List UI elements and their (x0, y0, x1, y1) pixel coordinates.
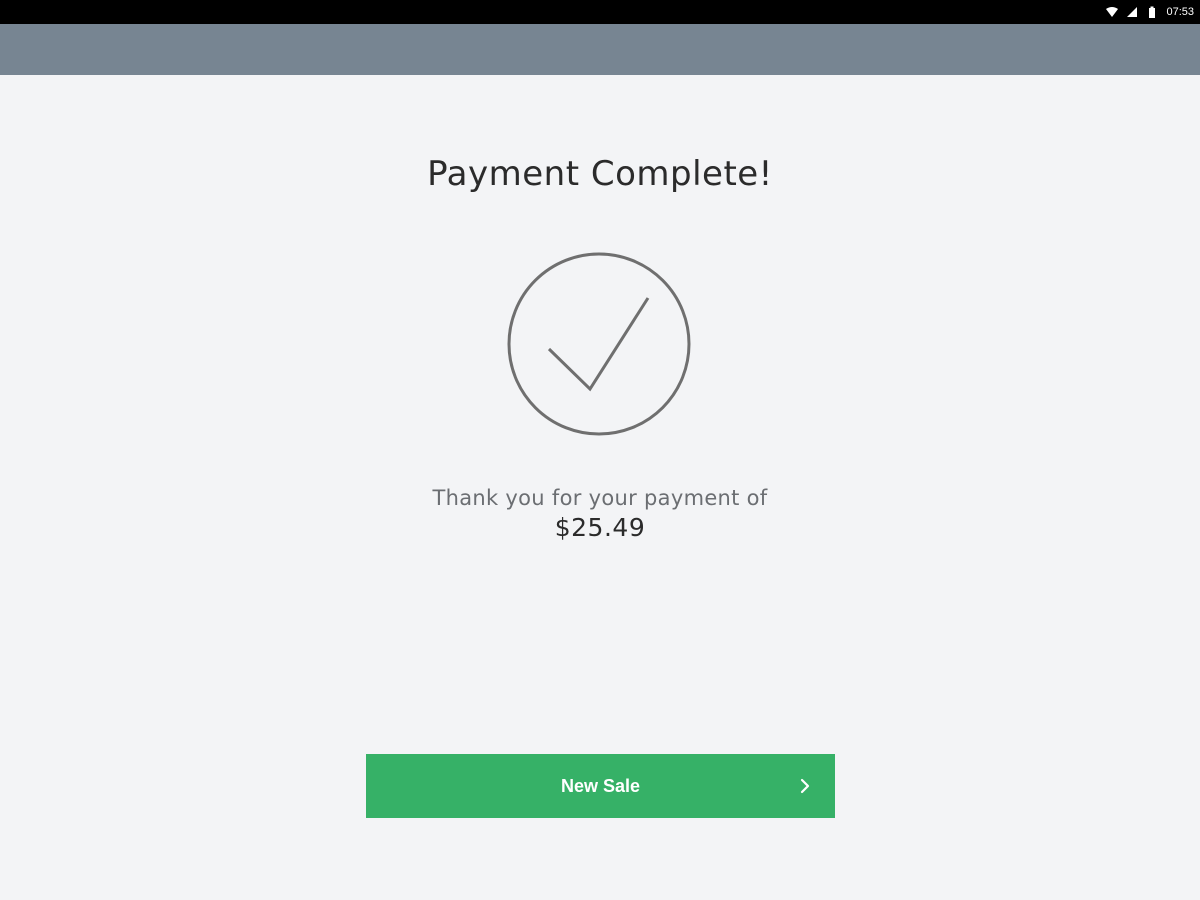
status-bar: 07:53 (0, 0, 1200, 24)
signal-icon (1127, 7, 1138, 17)
payment-amount: $25.49 (554, 513, 646, 542)
new-sale-button[interactable]: New Sale (366, 754, 835, 818)
page-title: Payment Complete! (427, 154, 773, 194)
status-time: 07:53 (1166, 6, 1194, 18)
new-sale-label: New Sale (560, 775, 641, 796)
thank-you-message: Thank you for your payment of (432, 486, 768, 510)
wifi-icon (1106, 7, 1119, 17)
checkmark-circle-icon (507, 252, 691, 436)
app-bar (0, 24, 1200, 75)
battery-icon (1149, 6, 1156, 18)
chevron-right-icon (800, 778, 810, 794)
